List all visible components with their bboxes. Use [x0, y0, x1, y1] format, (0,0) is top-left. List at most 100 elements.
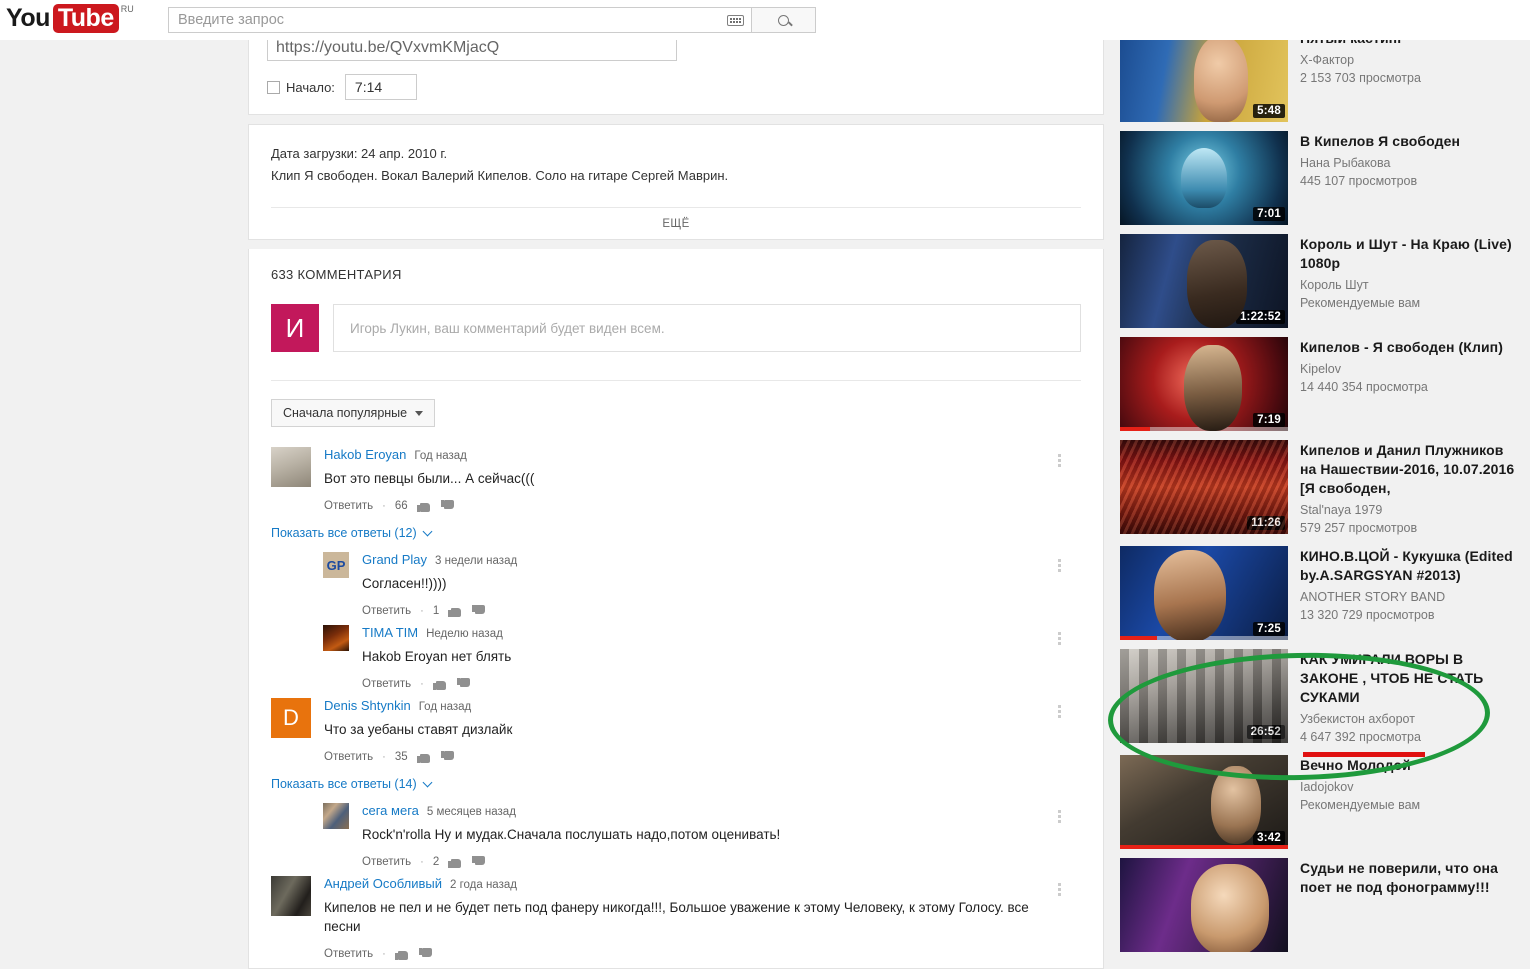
video-thumbnail[interactable]: 26:52 [1120, 649, 1288, 743]
comment-menu-icon[interactable] [1051, 451, 1067, 469]
comment-author[interactable]: Grand Play [362, 552, 427, 568]
reply-button[interactable]: Ответить [324, 751, 373, 763]
comment-author[interactable]: Андрей Особливый [324, 876, 442, 892]
video-thumbnail[interactable]: 5:48 [1120, 28, 1288, 122]
start-time-input[interactable]: 7:14 [344, 74, 417, 100]
video-thumbnail[interactable]: 7:25 [1120, 546, 1288, 640]
avatar[interactable] [323, 552, 349, 578]
video-channel[interactable]: ANOTHER STORY BAND [1300, 589, 1520, 606]
avatar[interactable] [271, 447, 311, 487]
video-thumbnail[interactable]: 3:42 [1120, 755, 1288, 849]
video-title[interactable]: Судьи не поверили, что она поет не под ф… [1300, 859, 1520, 897]
video-meta: В Кипелов Я свободен Нана Рыбакова 445 107… [1300, 131, 1520, 225]
search-input[interactable] [178, 12, 727, 28]
reply-button[interactable]: Ответить [324, 500, 373, 512]
comment-timestamp: 2 года назад [449, 879, 517, 891]
comment-sort-button[interactable]: Сначала популярные [271, 399, 436, 427]
avatar[interactable] [323, 803, 349, 829]
comment-author[interactable]: Denis Shtynkin [324, 698, 411, 714]
video-thumbnail[interactable]: 1:22:52 [1120, 234, 1288, 328]
related-video-item[interactable]: 7:19 Кипелов - Я свободен (Клип) Kipelov 14… [1120, 337, 1520, 431]
separator-dot: · [420, 605, 424, 617]
video-channel[interactable]: Iadojokov [1300, 779, 1520, 796]
comment-author[interactable]: сега мега [362, 803, 419, 819]
video-title[interactable]: КИНО.В.ЦОЙ - Кукушка (Edited by.A.SARGSY… [1300, 547, 1520, 585]
logo-country-code: RU [120, 4, 134, 14]
thumbs-up-icon[interactable] [448, 855, 463, 869]
thumbs-down-icon[interactable] [419, 947, 434, 961]
comment-menu-icon[interactable] [1051, 880, 1067, 898]
comment-author[interactable]: Hakob Eroyan [324, 447, 406, 463]
comment-item: TIMA TIM Неделю назад Hakob Eroyan нет бля… [323, 625, 1081, 694]
comment-author[interactable]: TIMA TIM [362, 625, 418, 641]
comment-input[interactable]: Игорь Лукин, ваш комментарий будет виден… [333, 304, 1081, 352]
thumbs-up-icon[interactable] [416, 499, 432, 513]
search-box[interactable] [168, 7, 751, 33]
search-button[interactable] [751, 7, 816, 33]
video-title[interactable]: Кипелов - Я свободен (Клип) [1300, 338, 1520, 357]
youtube-logo[interactable]: You Tube RU [6, 4, 134, 33]
related-video-item[interactable]: 7:25 КИНО.В.ЦОЙ - Кукушка (Edited by.A.SA… [1120, 546, 1520, 640]
start-time-checkbox[interactable] [267, 80, 280, 94]
reply-button[interactable]: Ответить [362, 856, 411, 868]
video-channel[interactable]: Х-Фактор [1300, 52, 1520, 69]
related-video-item[interactable]: Судьи не поверили, что она поет не под ф… [1120, 858, 1520, 952]
show-replies-label: Показать все ответы (12) [271, 526, 417, 540]
comment-list: Hakob Eroyan Год назад Вот это певцы были.… [271, 447, 1081, 964]
related-video-item[interactable]: 11:26 Кипелов и Данил Плужников на Нашест… [1120, 440, 1520, 537]
avatar[interactable] [323, 625, 349, 651]
video-duration: 7:19 [1253, 413, 1285, 427]
video-thumbnail[interactable]: 7:19 [1120, 337, 1288, 431]
related-video-item[interactable]: 7:01 В Кипелов Я свободен Нана Рыбакова 445… [1120, 131, 1520, 225]
video-channel[interactable]: Stal'naya 1979 [1300, 502, 1520, 519]
comment-text: Согласен!!)))) [362, 576, 447, 591]
show-replies-button[interactable]: Показать все ответы (12) [271, 526, 1081, 540]
comment-actions: Ответить · [324, 944, 1041, 964]
video-channel[interactable]: Kipelov [1300, 361, 1520, 378]
video-title[interactable]: КАК УМИРАЛИ ВОРЫ В ЗАКОНЕ , ЧТОБ НЕ СТАТ… [1300, 650, 1520, 707]
comment-menu-icon[interactable] [1051, 556, 1067, 574]
video-channel[interactable]: Узбекистон ахборот [1300, 711, 1520, 728]
video-channel[interactable]: Король Шут [1300, 277, 1520, 294]
thumbs-down-icon[interactable] [457, 677, 472, 691]
comment-item: сега мега 5 месяцев назад Rock'n'rolla Ну … [323, 803, 1081, 872]
comment-timestamp: Неделю назад [426, 628, 503, 640]
video-title[interactable]: Король и Шут - На Краю (Live) 1080p [1300, 235, 1520, 273]
show-more-button[interactable]: ЕЩЁ [271, 207, 1081, 239]
thumbs-down-icon[interactable] [472, 855, 487, 869]
like-count: 35 [394, 751, 408, 763]
video-meta: Пятый кастингХ-Фактор2 153 703 просмотра [1300, 28, 1520, 122]
start-time-row: Начало: 7:14 [267, 74, 1085, 100]
reply-button[interactable]: Ответить [362, 605, 411, 617]
comment-menu-icon[interactable] [1051, 629, 1067, 647]
video-thumbnail[interactable]: 7:01 [1120, 131, 1288, 225]
thumbs-up-icon[interactable] [432, 677, 448, 691]
related-video-item[interactable]: 5:48Пятый кастингХ-Фактор2 153 703 просм… [1120, 28, 1520, 122]
avatar[interactable]: D [271, 698, 311, 738]
avatar[interactable] [271, 876, 311, 916]
related-video-item[interactable]: 26:52 КАК УМИРАЛИ ВОРЫ В ЗАКОНЕ , ЧТОБ НЕ… [1120, 649, 1520, 746]
video-thumbnail[interactable]: 11:26 [1120, 440, 1288, 534]
thumbs-up-icon[interactable] [448, 604, 463, 618]
comment-menu-icon[interactable] [1051, 807, 1067, 825]
thumbs-down-icon[interactable] [441, 499, 456, 513]
comment-menu-icon[interactable] [1051, 702, 1067, 720]
keyboard-icon[interactable] [727, 14, 744, 26]
thumbs-up-icon[interactable] [416, 750, 432, 764]
video-thumbnail[interactable] [1120, 858, 1288, 952]
related-video-item[interactable]: 3:42 Вечно Молодой Iadojokov Рекомендуемые … [1120, 755, 1520, 849]
video-title[interactable]: Вечно Молодой [1300, 756, 1520, 775]
video-channel[interactable]: Нана Рыбакова [1300, 155, 1520, 172]
show-replies-button[interactable]: Показать все ответы (14) [271, 777, 1081, 791]
video-title[interactable]: Кипелов и Данил Плужников на Нашествии-2… [1300, 441, 1520, 498]
comment-header: Grand Play 3 недели назад [362, 552, 1041, 569]
reply-button[interactable]: Ответить [324, 948, 373, 960]
reply-button[interactable]: Ответить [362, 678, 411, 690]
related-video-item[interactable]: 1:22:52 Король и Шут - На Краю (Live) 108… [1120, 234, 1520, 328]
video-title[interactable]: В Кипелов Я свободен [1300, 132, 1520, 151]
comment-text: Что за уебаны ставят дизлайк [324, 722, 513, 737]
comment-actions: Ответить · 2 [362, 852, 1041, 872]
thumbs-up-icon[interactable] [394, 947, 410, 961]
thumbs-down-icon[interactable] [441, 750, 456, 764]
thumbs-down-icon[interactable] [472, 604, 487, 618]
